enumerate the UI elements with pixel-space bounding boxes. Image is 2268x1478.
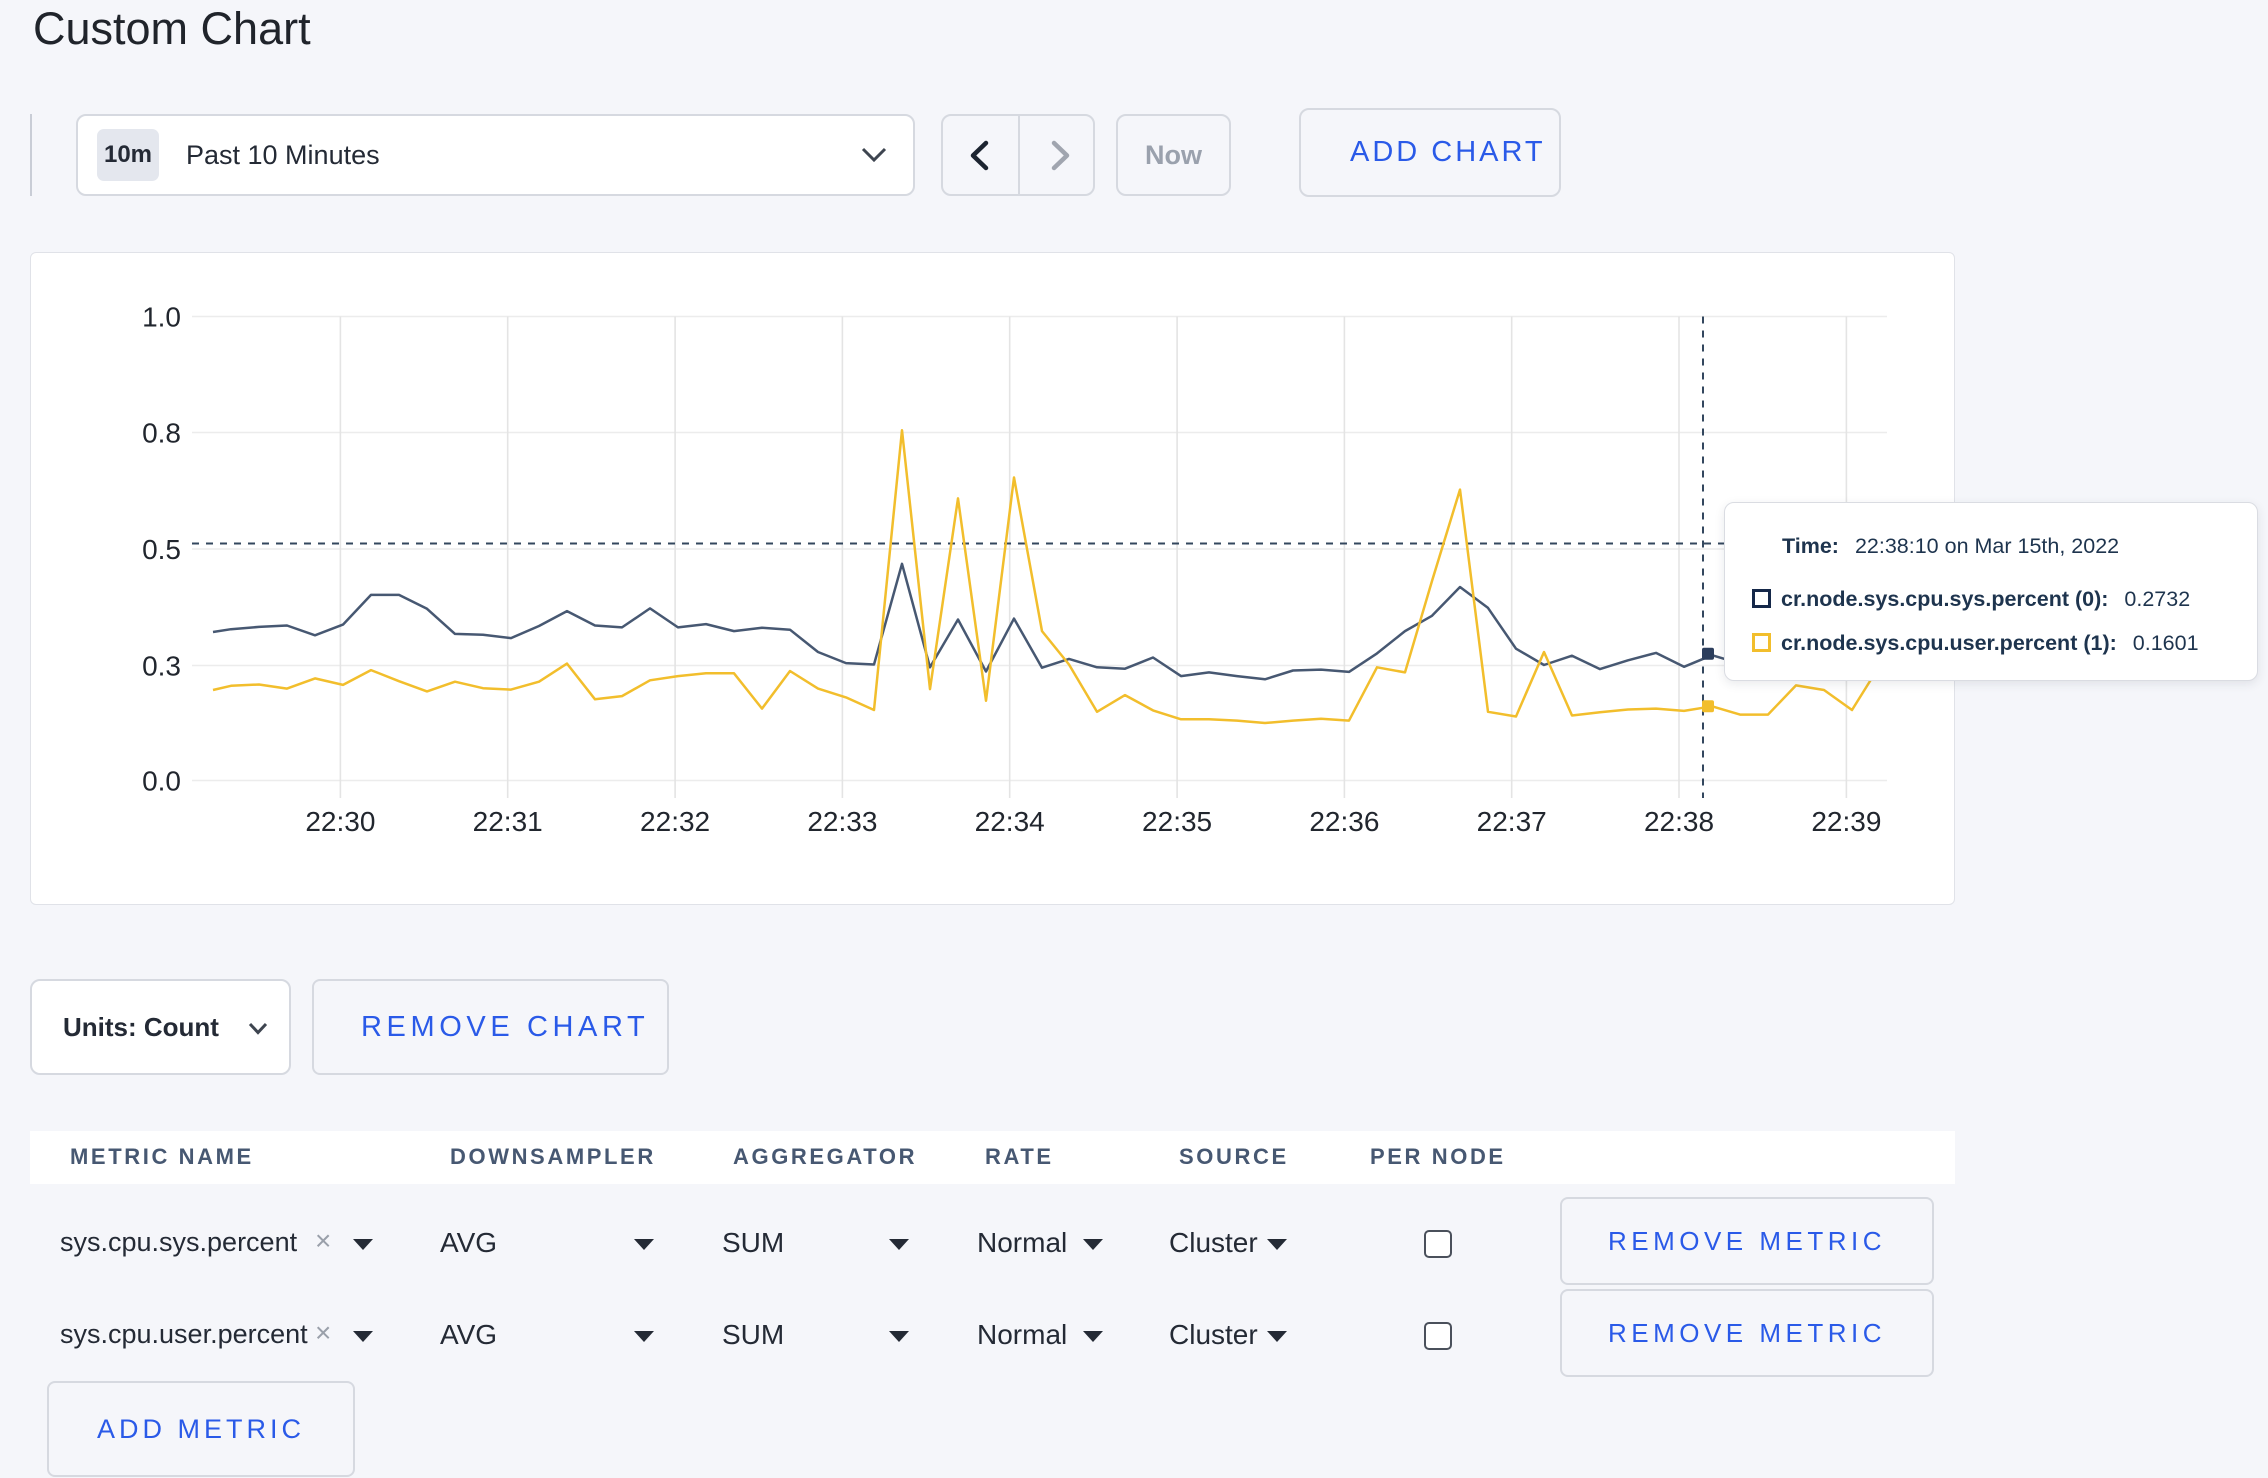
svg-text:1.0: 1.0 <box>142 302 181 333</box>
svg-text:22:39: 22:39 <box>1811 806 1881 837</box>
svg-text:22:34: 22:34 <box>975 806 1045 837</box>
svg-text:0.8: 0.8 <box>142 418 181 449</box>
svg-text:22:36: 22:36 <box>1309 806 1379 837</box>
svg-text:0.5: 0.5 <box>142 534 181 565</box>
svg-text:22:31: 22:31 <box>473 806 543 837</box>
svg-text:22:38: 22:38 <box>1644 806 1714 837</box>
svg-text:22:30: 22:30 <box>305 806 375 837</box>
svg-text:22:32: 22:32 <box>640 806 710 837</box>
svg-text:22:33: 22:33 <box>807 806 877 837</box>
svg-text:0.0: 0.0 <box>142 766 181 797</box>
svg-text:0.3: 0.3 <box>142 651 181 682</box>
svg-text:22:37: 22:37 <box>1477 806 1547 837</box>
svg-text:22:35: 22:35 <box>1142 806 1212 837</box>
